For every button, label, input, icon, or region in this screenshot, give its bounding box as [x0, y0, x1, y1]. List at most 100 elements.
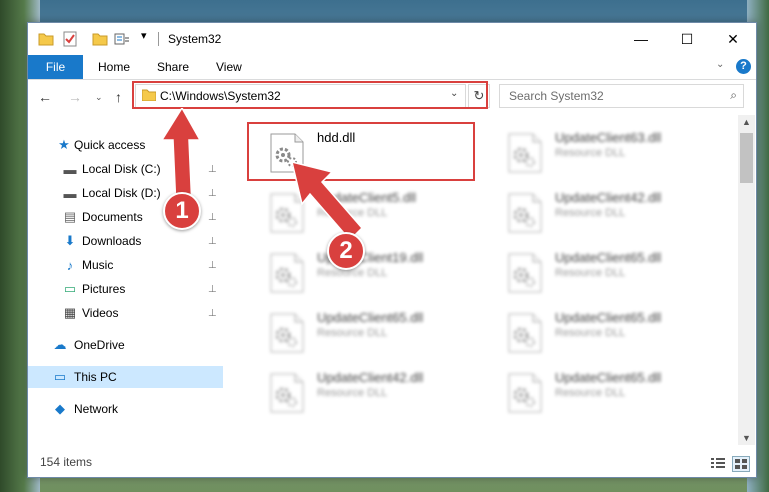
recent-locations-chevron-icon[interactable]: ⌄ — [95, 92, 103, 103]
tab-view[interactable]: View — [216, 60, 242, 74]
maximize-button[interactable]: ☐ — [664, 23, 710, 55]
sidebar-item-network[interactable]: ◆ Network — [28, 398, 223, 420]
tab-share[interactable]: Share — [157, 60, 189, 74]
file-name: UpdateClient65.dll — [555, 370, 662, 385]
network-icon: ◆ — [55, 401, 65, 416]
downloads-icon: ⬇ — [64, 233, 76, 248]
file-name: UpdateClient65.dll — [317, 310, 424, 325]
sidebar-item-label: Videos — [82, 306, 119, 320]
dll-file-icon — [508, 193, 542, 233]
sidebar-item-label: This PC — [74, 370, 117, 384]
sidebar-item-music[interactable]: ♪ Music ⊥ — [28, 254, 223, 276]
file-explorer-window: ▾ System32 — ☐ ✕ File Home Share View ⌄ … — [27, 22, 757, 478]
sidebar-item-downloads[interactable]: ⬇ Downloads ⊥ — [28, 230, 223, 252]
file-type: Resource DLL — [555, 267, 626, 279]
address-highlight-box — [132, 81, 488, 109]
pin-icon[interactable]: ⊥ — [208, 236, 217, 247]
expand-ribbon-chevron-icon[interactable]: ⌄ — [716, 59, 724, 70]
quick-access-toolbar-dropdown-icon[interactable]: ▾ — [141, 29, 157, 45]
up-button[interactable]: ↑ — [115, 89, 122, 105]
file-name: UpdateClient42.dll — [555, 190, 662, 205]
back-button[interactable]: ← — [38, 89, 52, 105]
step-badge-1: 1 — [163, 192, 201, 230]
minimize-icon: — — [634, 31, 648, 47]
pictures-icon: ▭ — [63, 281, 77, 296]
file-item[interactable]: UpdateClient63.dll Resource DLL — [482, 123, 712, 183]
status-bar: 154 items — [28, 451, 756, 475]
videos-icon: ▦ — [63, 305, 77, 320]
forward-button[interactable]: → — [68, 89, 82, 105]
file-type: Resource DLL — [317, 387, 388, 399]
search-input[interactable]: Search System32 — [509, 89, 604, 103]
sidebar-item-label: OneDrive — [74, 338, 125, 352]
sidebar-item-label: Documents — [82, 210, 143, 224]
minimize-button[interactable]: — — [618, 23, 664, 55]
sidebar-item-label: Quick access — [74, 138, 146, 152]
file-type: Resource DLL — [555, 147, 626, 159]
dll-file-icon — [270, 253, 304, 293]
dll-file-icon — [508, 133, 542, 173]
documents-icon: ▤ — [63, 209, 77, 224]
sidebar-item-this-pc[interactable]: ▭ This PC — [28, 366, 223, 388]
file-name: UpdateClient63.dll — [555, 130, 662, 145]
sidebar-item-videos[interactable]: ▦ Videos ⊥ — [28, 302, 223, 324]
pin-icon[interactable]: ⊥ — [208, 260, 217, 271]
file-item[interactable]: UpdateClient65.dll Resource DLL — [482, 243, 712, 303]
maximize-icon: ☐ — [680, 30, 694, 47]
vertical-scrollbar[interactable]: ▲ ▼ — [738, 115, 755, 445]
sidebar-item-onedrive[interactable]: ☁ OneDrive — [28, 334, 223, 356]
close-icon: ✕ — [727, 30, 739, 47]
sidebar-item-label: Downloads — [82, 234, 142, 248]
navigation-bar: ← → ⌄ ↑ C:\Windows\System32 ⌄ ↻ Search S… — [28, 80, 756, 114]
star-icon: ★ — [58, 137, 70, 152]
file-type: Resource DLL — [555, 327, 626, 339]
sidebar-item-label: Pictures — [82, 282, 126, 296]
dll-file-icon — [508, 313, 542, 353]
file-name: UpdateClient42.dll — [317, 370, 424, 385]
properties-icon[interactable] — [62, 31, 78, 47]
search-icon[interactable]: ⌕ — [730, 88, 737, 103]
pin-icon[interactable]: ⊥ — [208, 284, 217, 295]
folder-icon[interactable] — [38, 31, 54, 47]
step-badge-2: 2 — [327, 232, 365, 270]
file-name: UpdateClient65.dll — [555, 250, 662, 265]
file-type: Resource DLL — [555, 207, 626, 219]
sidebar-item-label: Local Disk (C:) — [82, 162, 161, 176]
file-item[interactable]: UpdateClient65.dll Resource DLL — [482, 363, 712, 423]
dll-file-icon — [508, 253, 542, 293]
tab-file[interactable]: File — [28, 55, 83, 79]
sidebar-item-pictures[interactable]: ▭ Pictures ⊥ — [28, 278, 223, 300]
file-item[interactable]: UpdateClient42.dll Resource DLL — [482, 183, 712, 243]
drive-icon: ▬ — [63, 185, 77, 201]
tab-home[interactable]: Home — [98, 60, 130, 74]
scroll-up-arrow-icon[interactable]: ▲ — [742, 117, 751, 127]
pin-icon[interactable]: ⊥ — [208, 308, 217, 319]
item-count: 154 items — [40, 455, 93, 469]
sidebar-item-label: Local Disk (D:) — [82, 186, 161, 200]
onedrive-icon: ☁ — [53, 337, 67, 352]
title-bar: ▾ System32 — ☐ ✕ — [28, 23, 756, 55]
file-name: UpdateClient65.dll — [555, 310, 662, 325]
help-icon[interactable]: ? — [736, 59, 751, 74]
large-icons-view-icon[interactable] — [732, 456, 750, 472]
customize-icon[interactable] — [114, 31, 130, 47]
new-folder-icon[interactable] — [92, 31, 108, 47]
file-type: Resource DLL — [317, 327, 388, 339]
ribbon: File Home Share View ⌄ ? — [28, 55, 756, 80]
title-separator — [158, 32, 159, 46]
window-title: System32 — [168, 32, 222, 46]
file-item[interactable]: UpdateClient65.dll Resource DLL — [482, 303, 712, 363]
scroll-down-arrow-icon[interactable]: ▼ — [742, 433, 751, 443]
file-item[interactable]: UpdateClient42.dll Resource DLL — [244, 363, 474, 423]
music-icon: ♪ — [66, 257, 74, 273]
close-button[interactable]: ✕ — [710, 23, 756, 55]
dll-file-icon — [508, 373, 542, 413]
file-type: Resource DLL — [555, 387, 626, 399]
sidebar-item-label: Music — [82, 258, 114, 272]
file-item[interactable]: UpdateClient65.dll Resource DLL — [244, 303, 474, 363]
scrollbar-thumb[interactable] — [740, 133, 753, 183]
details-view-icon[interactable] — [710, 456, 726, 470]
search-box[interactable]: Search System32 ⌕ — [499, 84, 744, 108]
this-pc-icon: ▭ — [53, 369, 67, 384]
dll-file-icon — [270, 373, 304, 413]
